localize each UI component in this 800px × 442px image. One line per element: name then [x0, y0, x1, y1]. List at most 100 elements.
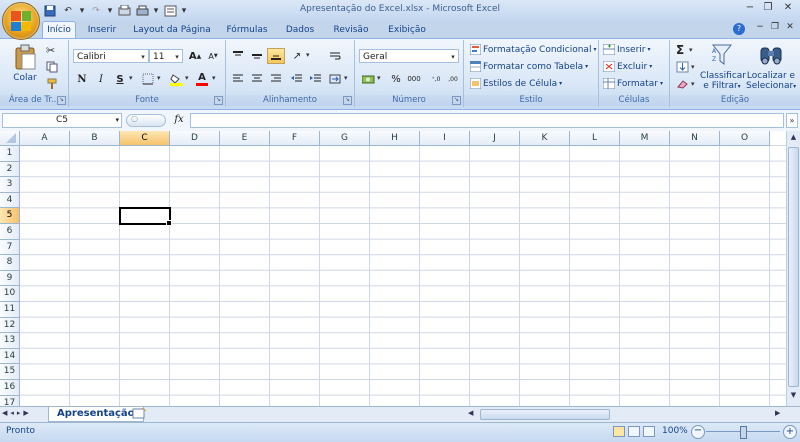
page-break-view-icon[interactable] — [643, 426, 655, 437]
zoom-level[interactable]: 100% — [662, 426, 688, 436]
row-header-1[interactable]: 1 — [0, 146, 20, 162]
name-box[interactable]: C5 ▾ — [2, 113, 122, 128]
accounting-dropdown-icon[interactable]: ▾ — [377, 74, 381, 82]
format-as-table-button[interactable]: Formatar como Tabela ▾ — [470, 61, 588, 72]
merge-dropdown-icon[interactable]: ▾ — [344, 74, 348, 82]
close-icon[interactable]: ✕ — [780, 2, 796, 16]
scroll-up-icon[interactable]: ▲ — [788, 133, 799, 145]
cut-icon[interactable]: ✂ — [46, 44, 55, 57]
tab-exibicao[interactable]: Exibição — [382, 22, 432, 38]
conditional-formatting-button[interactable]: Formatação Condicional ▾ — [470, 44, 596, 55]
borders-icon[interactable] — [139, 71, 157, 87]
tab-formulas[interactable]: Fórmulas — [222, 22, 272, 38]
delete-cells-button[interactable]: Excluir ▾ — [603, 61, 652, 72]
copy-icon[interactable] — [46, 61, 58, 76]
insert-cells-button[interactable]: Inserir ▾ — [603, 44, 651, 55]
row-header-5[interactable]: 5 — [0, 208, 20, 224]
row-header-6[interactable]: 6 — [0, 224, 20, 240]
tab-revisao[interactable]: Revisão — [328, 22, 374, 38]
paste-button[interactable]: Colar — [8, 44, 42, 88]
font-launcher-icon[interactable]: ↘ — [214, 96, 223, 105]
sheet-nav-icons[interactable]: ◀◂▸▶ — [2, 409, 32, 417]
zoom-slider-thumb[interactable] — [740, 426, 747, 439]
select-all-corner[interactable] — [0, 131, 20, 146]
column-header-j[interactable]: J — [470, 131, 520, 146]
font-color-dropdown-icon[interactable]: ▾ — [212, 74, 216, 82]
increase-decimal-icon[interactable]: ⁺,0 — [427, 71, 445, 87]
row-header-2[interactable]: 2 — [0, 161, 20, 178]
number-format-combo[interactable]: Geral ▾ — [359, 49, 459, 63]
vertical-scrollbar[interactable]: ▲ ▼ — [786, 131, 800, 406]
row-header-15[interactable]: 15 — [0, 364, 20, 380]
format-cells-button[interactable]: Formatar ▾ — [603, 78, 663, 89]
zoom-out-icon[interactable]: − — [691, 425, 705, 439]
sort-filter-button[interactable]: AZ Classificar e Filtrar▾ — [700, 42, 746, 92]
office-button[interactable] — [2, 2, 40, 40]
align-left-icon[interactable] — [229, 71, 247, 87]
decrease-decimal-icon[interactable]: ,00 — [444, 71, 462, 87]
underline-dropdown-icon[interactable]: ▾ — [129, 74, 133, 82]
zoom-in-icon[interactable]: + — [783, 425, 797, 439]
align-bottom-icon[interactable] — [267, 48, 285, 64]
help-icon[interactable]: ? — [733, 23, 745, 35]
normal-view-icon[interactable] — [613, 426, 625, 437]
align-right-icon[interactable] — [267, 71, 285, 87]
column-header-b[interactable]: B — [70, 131, 120, 146]
insert-sheet-icon[interactable] — [130, 407, 148, 420]
tab-inserir[interactable]: Inserir — [82, 22, 122, 38]
row-header-7[interactable]: 7 — [0, 239, 20, 256]
workbook-restore-icon[interactable]: ❐ — [767, 22, 783, 36]
row-header-10[interactable]: 10 — [0, 286, 20, 302]
fill-handle[interactable] — [166, 219, 172, 226]
thousands-separator-button[interactable]: 000 — [405, 71, 423, 87]
orientation-icon[interactable]: ↗ — [288, 48, 306, 64]
formula-bar-splitter[interactable]: ○ — [126, 114, 166, 127]
find-select-button[interactable]: Localizar e Selecionar▾ — [746, 42, 796, 92]
row-header-8[interactable]: 8 — [0, 255, 20, 271]
column-header-e[interactable]: E — [220, 131, 270, 146]
column-header-m[interactable]: M — [620, 131, 670, 146]
align-top-icon[interactable] — [229, 48, 247, 64]
column-header-l[interactable]: L — [570, 131, 620, 146]
row-header-12[interactable]: 12 — [0, 317, 20, 334]
clear-icon[interactable] — [676, 78, 689, 93]
workbook-minimize-icon[interactable]: − — [752, 22, 768, 36]
column-header-n[interactable]: N — [670, 131, 720, 146]
accounting-format-icon[interactable] — [359, 71, 377, 87]
worksheet-grid[interactable] — [0, 131, 786, 406]
vertical-scroll-thumb[interactable] — [788, 147, 799, 387]
column-header-h[interactable]: H — [370, 131, 420, 146]
alignment-launcher-icon[interactable]: ↘ — [343, 96, 352, 105]
underline-button[interactable]: S — [111, 71, 129, 87]
fill-dropdown-icon[interactable]: ▾ — [691, 63, 695, 71]
scroll-right-icon[interactable]: ▶ — [775, 409, 785, 420]
row-header-11[interactable]: 11 — [0, 302, 20, 318]
formula-input[interactable] — [190, 113, 784, 128]
font-name-combo[interactable]: Calibri ▾ — [73, 49, 149, 63]
column-header-o[interactable]: O — [720, 131, 770, 146]
row-header-3[interactable]: 3 — [0, 177, 20, 193]
merge-center-icon[interactable] — [326, 71, 344, 87]
font-size-combo[interactable]: 11 ▾ — [149, 49, 183, 63]
page-layout-view-icon[interactable] — [628, 426, 640, 437]
row-header-13[interactable]: 13 — [0, 333, 20, 349]
align-middle-icon[interactable] — [248, 48, 266, 64]
tab-dados[interactable]: Dados — [281, 22, 319, 38]
decrease-indent-icon[interactable] — [288, 71, 306, 87]
scroll-left-icon[interactable]: ◀ — [468, 409, 478, 420]
column-header-g[interactable]: G — [320, 131, 370, 146]
bold-button[interactable]: N — [73, 71, 91, 87]
number-launcher-icon[interactable]: ↘ — [452, 96, 461, 105]
column-header-c[interactable]: C — [120, 131, 170, 146]
percent-button[interactable]: % — [387, 71, 405, 87]
format-painter-icon[interactable] — [46, 78, 58, 93]
column-header-f[interactable]: F — [270, 131, 320, 146]
clear-dropdown-icon[interactable]: ▾ — [691, 80, 695, 88]
grow-font-button[interactable]: A ▲ — [186, 48, 204, 64]
row-header-16[interactable]: 16 — [0, 380, 20, 396]
row-header-9[interactable]: 9 — [0, 270, 20, 287]
fill-color-dropdown-icon[interactable]: ▾ — [185, 74, 189, 82]
fill-color-icon[interactable] — [167, 71, 185, 87]
fill-icon[interactable] — [676, 61, 689, 76]
shrink-font-button[interactable]: A ▼ — [204, 48, 222, 64]
